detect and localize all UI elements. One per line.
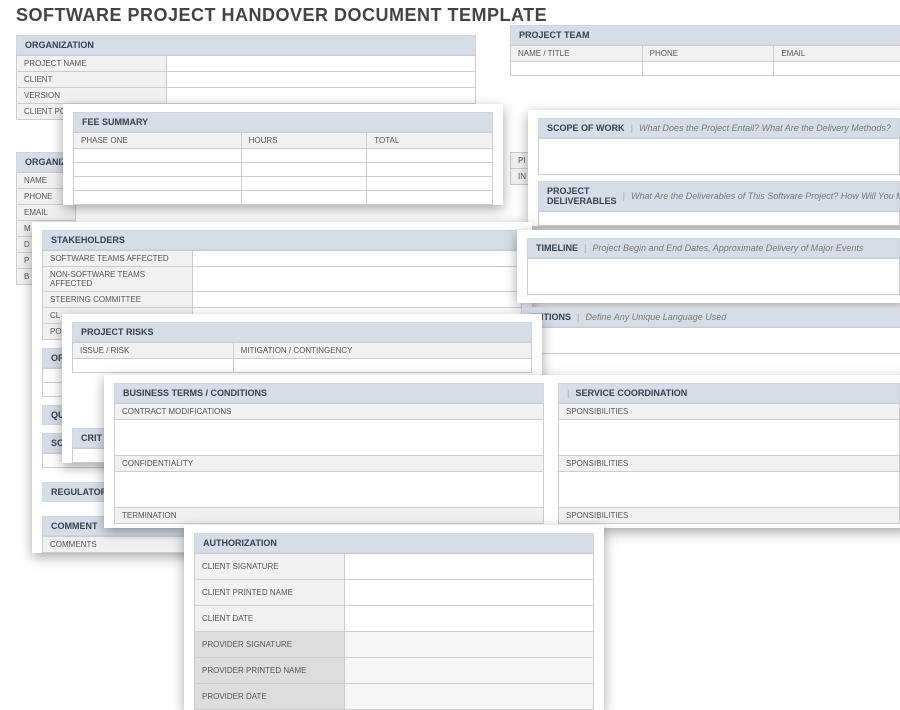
pt-col-name: NAME / TITLE <box>511 46 643 62</box>
stake-val[interactable] <box>193 251 522 267</box>
biz-row-0: CONTRACT MODIFICATIONS <box>115 404 544 420</box>
fee-cell[interactable] <box>241 149 367 163</box>
organiz2-row-2: EMAIL <box>17 205 76 221</box>
timeline-body[interactable] <box>528 259 900 295</box>
deliverables-body[interactable] <box>539 212 900 226</box>
fee-cell[interactable] <box>74 177 242 191</box>
auth-row-2: CLIENT DATE <box>195 606 345 632</box>
fee-cell[interactable] <box>367 191 493 205</box>
biz-row-1: CONFIDENTIALITY <box>115 456 544 472</box>
scope-header: SCOPE OF WORK <box>547 123 625 133</box>
sc-row-2: SPONSIBILITIES <box>559 508 900 524</box>
auth-row-3: PROVIDER SIGNATURE <box>195 632 345 658</box>
fee-cell[interactable] <box>241 191 367 205</box>
fee-col-hours: HOURS <box>241 133 367 149</box>
timeline-header: TIMELINE <box>536 243 578 253</box>
comment-header: COMMENT <box>51 521 98 531</box>
org-val-client[interactable] <box>167 72 476 88</box>
risks-col-issue: ISSUE / RISK <box>73 343 234 359</box>
risk-cell[interactable] <box>73 359 234 373</box>
fee-summary-header: FEE SUMMARY <box>82 117 148 127</box>
fee-cell[interactable] <box>241 163 367 177</box>
project-team-section: PROJECT TEAM NAME / TITLE PHONE EMAIL <box>510 25 900 76</box>
organiz2-header: ORGANIZ <box>25 157 67 167</box>
auth-row-1: CLIENT PRINTED NAME <box>195 580 345 606</box>
authorization-header: AUTHORIZATION <box>203 538 277 548</box>
stakeholders-header: STAKEHOLDERS <box>51 235 125 245</box>
auth-val-2[interactable] <box>345 606 594 632</box>
auth-row-0: CLIENT SIGNATURE <box>195 554 345 580</box>
stake-row-1: NON-SOFTWARE TEAMS AFFECTED <box>43 267 193 292</box>
scope-body[interactable] <box>539 139 900 175</box>
fee-cell[interactable] <box>74 191 242 205</box>
auth-val-5[interactable] <box>345 684 594 710</box>
organization-header: ORGANIZATION <box>25 40 94 50</box>
fee-cell[interactable] <box>74 149 242 163</box>
timeline-panel: TIMELINE|Project Begin and End Dates, Ap… <box>517 230 900 303</box>
definitions-panel: INITIONS|Define Any Unique Language Used <box>523 307 900 354</box>
scope-hint: What Does the Project Entail? What Are t… <box>639 123 891 133</box>
org-row-project-name: PROJECT NAME <box>17 56 167 72</box>
fee-cell[interactable] <box>367 149 493 163</box>
page-title: SOFTWARE PROJECT HANDOVER DOCUMENT TEMPL… <box>16 5 547 26</box>
risks-col-mitigation: MITIGATION / CONTINGENCY <box>233 343 531 359</box>
pt-col-email: EMAIL <box>774 46 900 62</box>
crit-header: CRIT <box>81 433 102 443</box>
pt-col-phone: PHONE <box>642 46 774 62</box>
deliverables-hint: What Are the Deliverables of This Softwa… <box>631 191 900 201</box>
sc-val-1[interactable] <box>559 472 900 508</box>
auth-row-4: PROVIDER PRINTED NAME <box>195 658 345 684</box>
pt-cell[interactable] <box>642 62 774 76</box>
auth-val-1[interactable] <box>345 580 594 606</box>
risks-header: PROJECT RISKS <box>81 327 154 337</box>
stake-row-0: SOFTWARE TEAMS AFFECTED <box>43 251 193 267</box>
stake-val[interactable] <box>193 267 522 292</box>
fee-cell[interactable] <box>74 163 242 177</box>
auth-val-4[interactable] <box>345 658 594 684</box>
deliverables-header: PROJECT DELIVERABLES <box>547 186 617 206</box>
org-val-version[interactable] <box>167 88 476 104</box>
biz-row-2: TERMINATION <box>115 508 544 524</box>
stake-val[interactable] <box>193 292 522 308</box>
biz-val-0[interactable] <box>115 420 544 456</box>
timeline-hint: Project Begin and End Dates, Approximate… <box>593 243 864 253</box>
fee-cell[interactable] <box>367 177 493 191</box>
stake-row-2: STEERING COMMITTEE <box>43 292 193 308</box>
sc-row-1: SPONSIBILITIES <box>559 456 900 472</box>
service-coord-header: SERVICE COORDINATION <box>576 388 688 398</box>
pt-cell[interactable] <box>511 62 643 76</box>
fee-summary-panel: FEE SUMMARY PHASE ONE HOURS TOTAL <box>63 104 503 205</box>
fee-cell[interactable] <box>241 177 367 191</box>
org-row-client: CLIENT <box>17 72 167 88</box>
project-team-header: PROJECT TEAM <box>519 30 590 40</box>
org-val-project-name[interactable] <box>167 56 476 72</box>
biz-service-panel: BUSINESS TERMS / CONDITIONS CONTRACT MOD… <box>104 375 900 528</box>
sc-row-0: SPONSIBILITIES <box>559 404 900 420</box>
scope-deliverables-panel: SCOPE OF WORK|What Does the Project Enta… <box>528 110 900 226</box>
fee-cell[interactable] <box>367 163 493 177</box>
auth-val-0[interactable] <box>345 554 594 580</box>
definitions-hint: Define Any Unique Language Used <box>586 312 727 322</box>
org-row-version: VERSION <box>17 88 167 104</box>
fee-col-total: TOTAL <box>367 133 493 149</box>
biz-header: BUSINESS TERMS / CONDITIONS <box>123 388 267 398</box>
authorization-panel: AUTHORIZATION CLIENT SIGNATURE CLIENT PR… <box>184 525 604 710</box>
biz-val-1[interactable] <box>115 472 544 508</box>
auth-val-3[interactable] <box>345 632 594 658</box>
fee-col-phase: PHASE ONE <box>74 133 242 149</box>
risk-cell[interactable] <box>233 359 531 373</box>
sc-val-0[interactable] <box>559 420 900 456</box>
pt-cell[interactable] <box>774 62 900 76</box>
auth-row-5: PROVIDER DATE <box>195 684 345 710</box>
definitions-body[interactable] <box>524 328 900 354</box>
